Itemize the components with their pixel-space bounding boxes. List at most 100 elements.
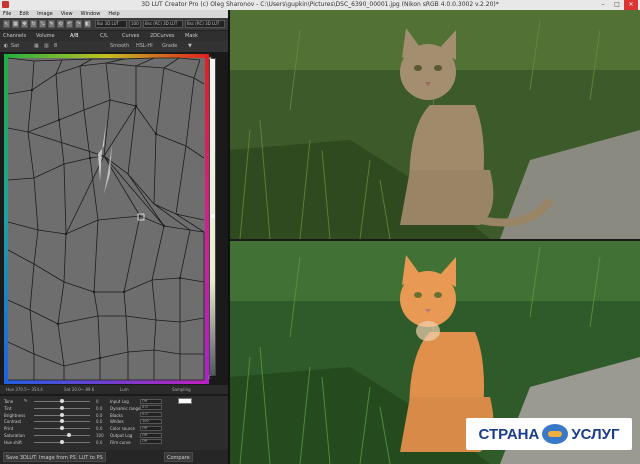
option-dropdown[interactable]: 100 <box>140 418 162 424</box>
adjust-slider-knob[interactable] <box>66 433 71 437</box>
scale-tool-icon[interactable]: ⤡ <box>39 20 46 28</box>
grid-status-bar: Hue 370.5~ 354.4 Sat 20.0~ 89.6 Lum Samp… <box>0 385 228 394</box>
tab-cl[interactable]: C/L <box>100 31 108 41</box>
adjust-label: Tint <box>4 405 12 411</box>
option-dropdown[interactable]: Off <box>140 398 162 404</box>
adjust-value[interactable]: 0 <box>96 399 99 404</box>
adjust-value[interactable]: 0.0 <box>96 413 102 418</box>
adjust-value[interactable]: 0.0 <box>96 419 102 424</box>
hsl-button[interactable]: HSL-Hl <box>136 41 153 52</box>
tab-ab[interactable]: A/B <box>70 31 79 41</box>
lut-to-ps-button[interactable]: LUT to PS <box>76 452 106 462</box>
adjust-value[interactable]: 0.0 <box>96 440 102 445</box>
grid-density-icon[interactable]: ▥ <box>44 41 49 52</box>
tab-bar: Channels Volume A/B C/L Curves 2DCurves … <box>0 31 228 41</box>
eyedropper-icon[interactable]: ✎ <box>24 398 27 403</box>
sat-label: Sat <box>11 43 20 49</box>
adjust-label: Print <box>4 426 14 432</box>
reset-tool-icon[interactable]: ⟲ <box>57 20 64 28</box>
option-dropdown[interactable]: Off <box>140 439 162 445</box>
lut-select[interactable]: Bui 3D LUT <box>95 20 127 28</box>
watermark-right: УСЛУГ <box>571 425 620 443</box>
adjust-slider-knob[interactable] <box>60 405 64 410</box>
adjust-slider-track[interactable] <box>34 435 90 436</box>
tab-volume[interactable]: Volume <box>36 31 55 41</box>
adjust-label: Tone <box>4 399 14 404</box>
pointer-tool-icon[interactable]: ↖ <box>3 20 10 28</box>
bottom-bar: Save 3DLUT Image from PS LUT to PS Compa… <box>0 450 228 464</box>
tab-2dcurves[interactable]: 2DCurves <box>150 31 174 41</box>
adjust-label: Contrast <box>4 419 22 425</box>
tab-curves[interactable]: Curves <box>122 31 139 41</box>
original-image-view[interactable] <box>230 10 640 239</box>
grid-tool-icon[interactable]: ▦ <box>12 20 19 28</box>
option-dropdown[interactable]: Off <box>140 432 162 438</box>
rotate-tool-icon[interactable]: ↻ <box>30 20 37 28</box>
menu-help[interactable]: Help <box>108 10 119 18</box>
adjust-label: Saturation <box>4 433 25 438</box>
color-swatch[interactable] <box>178 398 192 404</box>
menu-image[interactable]: Image <box>37 10 53 18</box>
sat-icon[interactable]: ◐ <box>4 41 8 52</box>
option-label: Input Log <box>110 399 129 404</box>
menu-file[interactable]: File <box>3 10 11 18</box>
image-from-ps-button[interactable]: Image from PS <box>36 452 79 462</box>
compare-icon[interactable]: ◧ <box>84 20 91 28</box>
compare-button[interactable]: Compare <box>164 452 193 462</box>
lum-readout: Lum <box>120 387 129 392</box>
watermark-left: СТРАНА <box>478 425 540 443</box>
redo-icon[interactable]: ↷ <box>75 20 82 28</box>
adjust-value[interactable]: 0.0 <box>96 406 102 411</box>
luminance-slider-handle[interactable] <box>211 214 215 218</box>
close-button[interactable]: ✕ <box>624 0 638 10</box>
menu-edit[interactable]: Edit <box>19 10 29 18</box>
adjust-slider-knob[interactable] <box>60 412 64 417</box>
option-label: Dynamic range <box>110 405 141 411</box>
adjust-value[interactable]: 0.0 <box>96 426 102 431</box>
adjust-slider-knob[interactable] <box>60 426 64 431</box>
grade-button[interactable]: Grade <box>162 41 177 52</box>
handshake-icon <box>542 424 569 444</box>
adjust-slider-knob[interactable] <box>60 439 64 444</box>
option-label: Color source <box>110 426 135 432</box>
move-tool-icon[interactable]: ✥ <box>21 20 28 28</box>
color-grid-svg <box>4 54 209 384</box>
toolbar: ↖ ▦ ✥ ↻ ⤡ ✎ ⟲ ↶ ↷ ◧ Bui 3D LUT 100 Bsc (… <box>0 18 228 31</box>
sampling-button[interactable]: Sampling <box>172 385 191 394</box>
adjust-label: Brightness <box>4 412 26 418</box>
option-label: Output Log <box>110 433 133 438</box>
menu-bar: File Edit Image View Window Help <box>0 10 228 18</box>
window-title: 3D LUT Creator Pro (c) Oleg Sharonov - C… <box>141 1 499 8</box>
adjust-slider-knob[interactable] <box>60 419 64 424</box>
grid-size-value[interactable]: 8 <box>54 41 57 52</box>
option-label: Film curve <box>110 439 131 445</box>
grid-options-bar: ◐ Sat ▦ ▥ 8 Smooth HSL-Hl Grade ▼ <box>0 41 228 52</box>
grid-size-icon[interactable]: ▦ <box>34 41 39 52</box>
lut-amount[interactable]: 100 <box>129 20 141 28</box>
watermark-logo: СТРАНА УСЛУГ <box>466 418 632 450</box>
maximize-button[interactable]: □ <box>610 0 624 10</box>
adjust-value[interactable]: 100 <box>96 433 104 438</box>
option-dropdown[interactable]: 0.0 <box>140 412 162 418</box>
sat-readout: Sat 20.0~ 89.6 <box>64 387 95 392</box>
lut-type-select-b[interactable]: Bsc (RC) 3D LUT <box>185 20 225 28</box>
minimize-button[interactable]: – <box>596 0 610 10</box>
tab-channels[interactable]: Channels <box>3 31 26 41</box>
menu-window[interactable]: Window <box>81 10 101 18</box>
original-photo <box>230 10 640 239</box>
sun-icon: ☀ <box>208 56 213 62</box>
undo-icon[interactable]: ↶ <box>66 20 73 28</box>
option-dropdown[interactable]: Off <box>140 425 162 431</box>
menu-view[interactable]: View <box>61 10 73 18</box>
lut-type-select-a[interactable]: Bsc (RC) 3D LUT <box>143 20 183 28</box>
ab-color-grid[interactable] <box>4 54 209 384</box>
tab-mask[interactable]: Mask <box>185 31 198 41</box>
moon-icon: ☾ <box>208 375 213 381</box>
eyedropper-tool-icon[interactable]: ✎ <box>48 20 55 28</box>
option-dropdown[interactable]: 0.0 <box>140 405 162 411</box>
adjust-slider-knob[interactable] <box>60 399 64 403</box>
save-3dlut-button[interactable]: Save 3DLUT <box>3 452 40 462</box>
options-dropdown-icon[interactable]: ▼ <box>188 41 192 52</box>
option-label: Whites <box>110 419 124 425</box>
smooth-button[interactable]: Smooth <box>110 41 129 52</box>
